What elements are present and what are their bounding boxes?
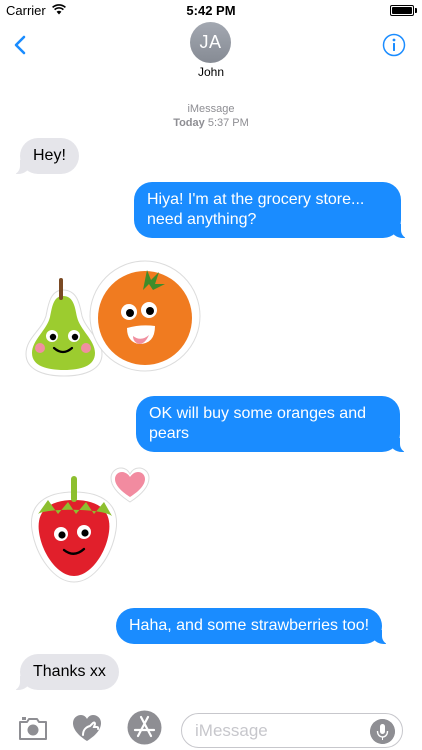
incoming-message[interactable]: Thanks xx xyxy=(10,654,119,691)
outgoing-message[interactable]: Hiya! I'm at the grocery store... need a… xyxy=(134,182,411,239)
input-bar: iMessage xyxy=(0,704,422,750)
status-time: 5:42 PM xyxy=(186,3,236,18)
outgoing-message[interactable]: OK will buy some oranges and pears xyxy=(136,396,410,453)
strawberry-sticker[interactable] xyxy=(24,470,124,588)
timestamp-time: 5:37 PM xyxy=(207,117,249,129)
timestamp-day: Today xyxy=(173,117,205,129)
info-icon[interactable] xyxy=(382,33,406,57)
message-text-line: Hiya! I'm at the grocery store... xyxy=(147,191,365,208)
message-input-placeholder: iMessage xyxy=(195,721,268,740)
battery-tip xyxy=(415,8,417,13)
digital-touch-heart-icon[interactable] xyxy=(71,712,103,744)
service-label: iMessage xyxy=(187,103,235,115)
camera-icon[interactable] xyxy=(17,712,49,744)
message-text: Hey! xyxy=(33,147,66,164)
app-store-icon[interactable] xyxy=(127,710,162,745)
battery-icon xyxy=(390,5,414,16)
orange-sticker[interactable] xyxy=(85,256,203,372)
contact-avatar[interactable]: JA xyxy=(190,22,231,63)
contact-name[interactable]: John xyxy=(0,65,422,79)
timestamp: Today 5:37 PM xyxy=(0,116,422,130)
message-input[interactable]: iMessage xyxy=(181,713,403,748)
back-chevron-icon[interactable] xyxy=(10,34,32,56)
message-text-line: pears xyxy=(149,425,190,442)
status-bar: Carrier 5:42 PM xyxy=(0,0,422,22)
microphone-icon[interactable] xyxy=(370,719,395,744)
message-text-line: need anything? xyxy=(147,211,257,228)
outgoing-message[interactable]: Haha, and some strawberries too! xyxy=(116,608,393,645)
message-text-line: OK will buy some oranges and xyxy=(149,405,366,422)
incoming-message[interactable]: Hey! xyxy=(10,138,79,175)
conversation-header: iMessage Today 5:37 PM xyxy=(0,102,422,130)
message-text: Haha, and some strawberries too! xyxy=(129,617,370,634)
message-text: Thanks xx xyxy=(33,663,106,680)
heart-sticker[interactable] xyxy=(110,467,150,505)
